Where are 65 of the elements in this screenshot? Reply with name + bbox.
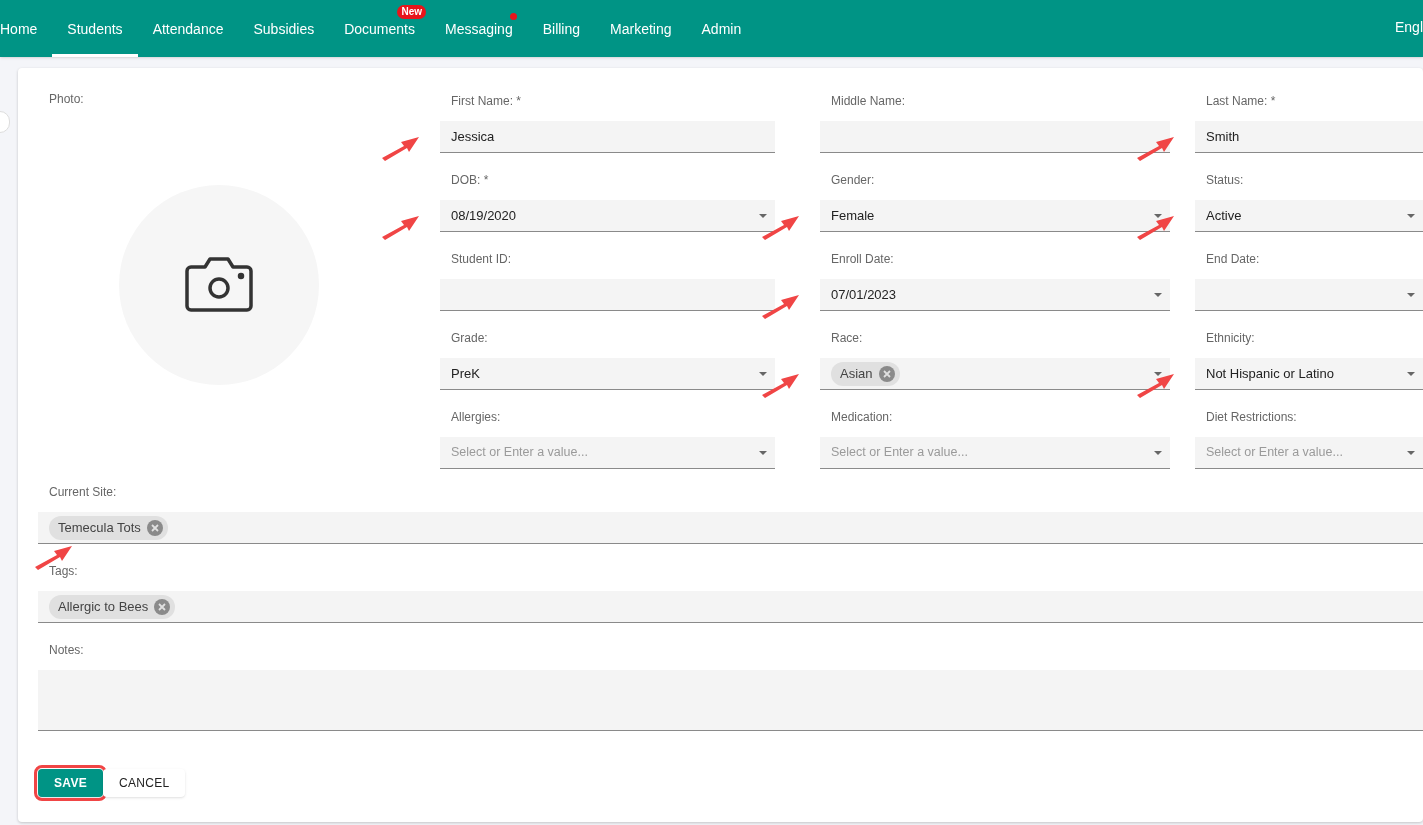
nav-tab[interactable]: Home [0,19,53,57]
camera-icon [185,256,253,314]
chip[interactable]: Temecula Tots [49,515,168,540]
field-label: Race: [831,330,863,347]
field-label: Tags: [49,563,78,580]
caret-icon [1407,451,1415,455]
field-label: Ethnicity: [1206,330,1255,347]
field-label: Student ID: [451,251,512,268]
field-label: Allergies: [451,409,501,426]
dropdown-field[interactable] [1195,279,1423,311]
dropdown-field[interactable]: Female [820,200,1170,232]
field-label: Medication: [831,409,893,426]
caret-icon [1407,293,1415,297]
remove-icon[interactable] [146,519,163,536]
remove-icon[interactable] [878,365,895,382]
field-label: Last Name: * [1206,93,1276,110]
caret-icon [1407,372,1415,376]
nav-tab[interactable]: Messaging [430,19,528,57]
field-label: DOB: * [451,172,489,189]
dropdown-field[interactable]: Active [1195,200,1423,232]
dropdown-field[interactable]: 08/19/2020 [440,200,775,232]
nav-tab[interactable]: Documents [329,19,430,57]
nav-tab[interactable]: Billing [527,19,596,57]
text-input-field[interactable]: Smith [1195,121,1423,153]
field-label: Enroll Date: [831,251,894,268]
caret-icon [759,451,767,455]
caret-icon [1154,451,1162,455]
field-label: Notes: [49,642,84,659]
field-label: Middle Name: [831,93,906,110]
placeholder-text: Select or Enter a value... [1206,444,1343,462]
chip[interactable]: Asian [831,361,900,386]
cancel-button[interactable]: CANCEL [103,769,186,797]
notes-field[interactable] [38,670,1423,731]
field-label: Gender: [831,172,875,189]
field-label: Diet Restrictions: [1206,409,1297,426]
placeholder-text: Select or Enter a value... [831,444,968,462]
chip[interactable]: Allergic to Bees [49,594,176,619]
new-badge: New [397,5,426,19]
text-input-field[interactable]: Jessica [440,121,775,153]
field-label: End Date: [1206,251,1260,268]
dropdown-field[interactable]: PreK [440,358,775,390]
field-label: Current Site: [49,484,117,501]
dropdown-field[interactable]: 07/01/2023 [820,279,1170,311]
caret-icon [1407,214,1415,218]
placeholder-text: Select or Enter a value... [451,444,588,462]
chip-input-field[interactable]: Asian [820,358,1170,390]
chip-input-field[interactable]: Temecula Tots [38,512,1423,544]
nav-tab[interactable]: Admin [686,19,757,57]
text-input-field[interactable] [820,121,1170,153]
photo-label: Photo: [49,91,84,108]
nav-tab[interactable]: Students [52,19,138,57]
caret-icon [1154,293,1162,297]
field-label: Status: [1206,172,1244,189]
text-input-field[interactable] [440,279,775,311]
chip-input-field[interactable]: Allergic to Bees [38,591,1423,623]
nav-tab[interactable]: Subsidies [238,19,330,57]
dropdown-field[interactable]: Not Hispanic or Latino [1195,358,1423,390]
nav-tab[interactable]: Attendance [137,19,239,57]
field-label: First Name: * [451,93,521,110]
language-selector[interactable]: Engl [1394,17,1423,38]
remove-icon[interactable] [154,598,171,615]
caret-icon [759,372,767,376]
field-label: Grade: [451,330,488,347]
nav-tab[interactable]: Marketing [595,19,687,57]
caret-icon [759,214,767,218]
